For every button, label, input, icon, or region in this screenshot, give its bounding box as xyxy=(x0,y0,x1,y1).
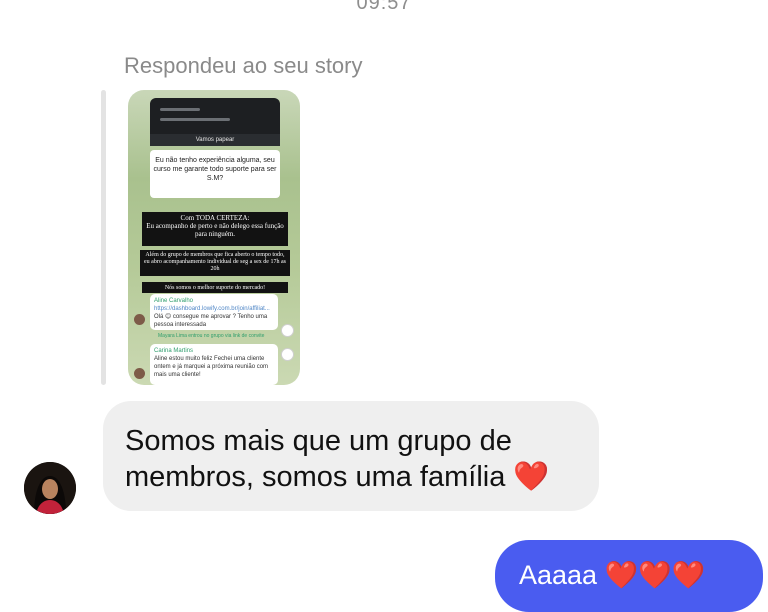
thumbnail-avatar xyxy=(134,368,145,379)
thumbnail-answer-extra: Além do grupo de membros que fica aberto… xyxy=(140,250,290,276)
thumbnail-answer: Com TODA CERTEZA: Eu acompanho de perto … xyxy=(142,212,288,246)
thumbnail-chat-name: Aline Carvalho xyxy=(154,298,194,304)
thumbnail-chat-name: Carina Martins xyxy=(154,348,194,354)
heart-emoji-icon: ❤️ xyxy=(513,461,550,493)
thumbnail-chat-bubble: Aline Carvalho https://dashboard.lowify.… xyxy=(150,294,278,330)
thumbnail-chat-text: Aline estou muito feliz Fechei uma clien… xyxy=(154,356,269,378)
thumbnail-answer-title: Com TODA CERTEZA: xyxy=(180,214,250,222)
thumbnail-line xyxy=(160,118,230,121)
story-reply-label: Respondeu ao seu story xyxy=(124,53,363,78)
received-message[interactable]: Somos mais que um grupo de membros, somo… xyxy=(103,401,599,511)
heart-emoji-icon: ❤️❤️❤️ xyxy=(604,560,706,590)
thumbnail-line xyxy=(160,108,200,111)
profile-photo-icon xyxy=(24,462,76,514)
thumbnail-chat-strip: Mayara Lima entrou no grupo via link de … xyxy=(158,333,265,339)
sent-message-text: Aaaaa xyxy=(519,560,598,590)
thumbnail-answer-body: Eu acompanho de perto e não delego essa … xyxy=(146,222,284,238)
status-time: 09:57 xyxy=(356,0,412,14)
story-thumbnail[interactable]: Vamos papear Eu não tenho experiência al… xyxy=(128,90,300,385)
thumbnail-avatar xyxy=(134,314,145,325)
sent-message[interactable]: Aaaaa ❤️❤️❤️ xyxy=(495,540,763,612)
thumbnail-chat-link: https://dashboard.lowify.com.br/join/aff… xyxy=(154,306,270,312)
thumbnail-chat-bubble: Carina Martins Aline estou muito feliz F… xyxy=(150,344,278,385)
sender-avatar[interactable] xyxy=(24,462,76,514)
received-message-text: Somos mais que um grupo de membros, somo… xyxy=(125,425,512,493)
story-reply-bar xyxy=(101,90,106,385)
thumbnail-chat-text: Olá 😊 consegue me aprovar ? Tenho uma pe… xyxy=(154,314,268,328)
thumbnail-answer-footer: Nós somos o melhor suporte do mercado! xyxy=(142,282,288,293)
thumbnail-screen-title: Vamos papear xyxy=(150,134,280,146)
thumbnail-reaction-icon xyxy=(281,348,294,361)
thumbnail-question: Eu não tenho experiência alguma, seu cur… xyxy=(150,150,280,198)
